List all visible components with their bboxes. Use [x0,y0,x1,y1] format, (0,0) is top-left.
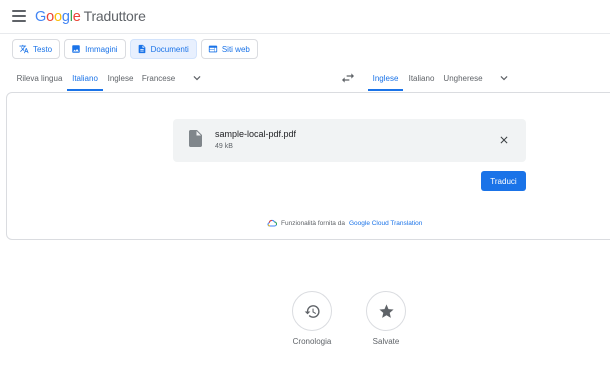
powered-by-text: Funzionalità fornita da [281,219,345,227]
source-lang-french[interactable]: Francese [139,66,178,91]
target-lang-italian[interactable]: Italiano [404,66,439,91]
history-icon [304,304,320,318]
google-cloud-icon [267,219,277,227]
translate-icon [19,44,29,54]
cloud-translation-link[interactable]: Google Cloud Translation [349,220,422,227]
logo-letter: g [61,9,70,25]
saved-circle[interactable] [366,291,406,331]
powered-by: Funzionalità fornita da Google Cloud Tra… [267,217,422,229]
source-lang-english[interactable]: Inglese [104,66,137,91]
chevron-down-icon[interactable] [496,71,512,85]
app-logo[interactable]: Google Traduttore [35,8,146,25]
logo-letter: o [46,9,54,25]
mode-label: Testo [33,44,53,54]
mode-label: Siti web [221,44,250,54]
history-circle[interactable] [292,291,332,331]
logo-letter: o [53,9,62,25]
file-size: 49 kB [215,143,233,150]
history-label: Cronologia [292,337,332,346]
web-icon [208,45,217,53]
close-icon[interactable] [498,134,510,146]
document-icon [138,44,145,54]
target-lang-english[interactable]: Inglese [368,66,403,91]
target-lang-hungarian[interactable]: Ungherese [441,66,485,91]
star-icon [378,303,394,318]
image-icon [72,45,80,53]
file-name: sample-local-pdf.pdf [215,129,297,139]
mode-selector: Testo Immagini Documenti Siti web [12,39,258,59]
mode-label: Documenti [150,44,189,54]
menu-icon[interactable] [12,10,26,22]
document-panel: sample-local-pdf.pdf 49 kB Traduci Funzi… [6,92,610,240]
chevron-down-icon[interactable] [189,71,205,85]
history-button[interactable]: Cronologia [282,291,342,346]
app-header: Google Traduttore [0,0,610,34]
mode-button-text[interactable]: Testo [12,39,61,59]
product-name: Traduttore [83,8,146,24]
file-icon [189,130,202,147]
logo-letter: e [72,9,81,25]
mode-button-documents[interactable]: Documenti [129,39,197,59]
saved-button[interactable]: Salvate [356,291,416,346]
source-lang-italian[interactable]: Italiano [67,66,103,91]
swap-languages-icon[interactable] [340,70,356,86]
mode-label: Immagini [85,44,118,54]
source-lang-detect[interactable]: Rileva lingua [13,66,66,91]
logo-letter: G [35,9,47,25]
translate-button[interactable]: Traduci [481,171,526,191]
saved-label: Salvate [372,337,400,346]
uploaded-file: sample-local-pdf.pdf 49 kB [173,119,526,162]
mode-button-images[interactable]: Immagini [64,39,126,59]
language-bar: Rileva lingua Italiano Inglese Francese … [0,66,610,91]
mode-button-websites[interactable]: Siti web [200,39,258,59]
